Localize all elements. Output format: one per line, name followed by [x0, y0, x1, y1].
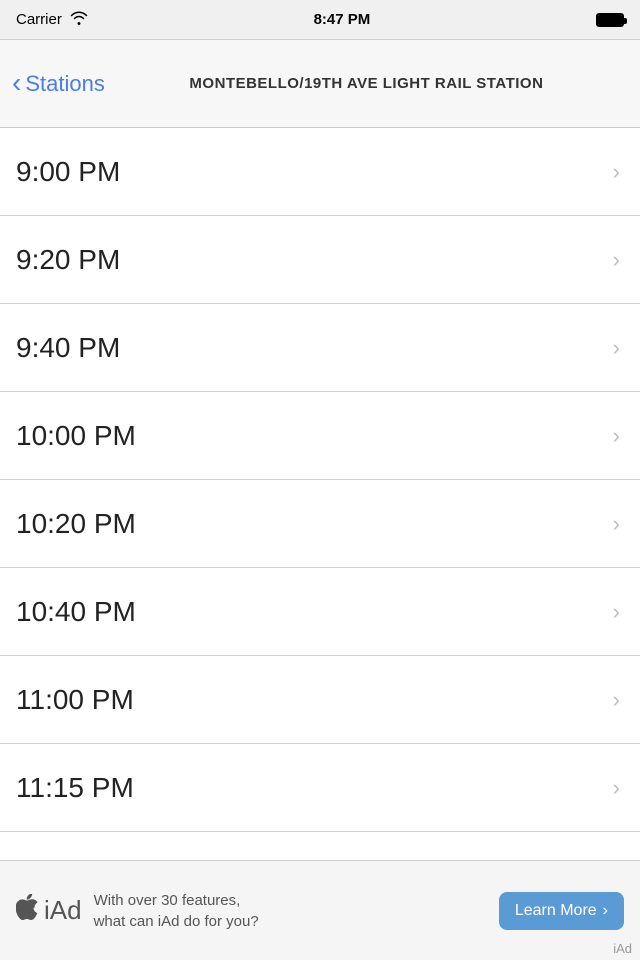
list-item[interactable]: 10:20 PM ›: [0, 480, 640, 568]
iad-text: iAd: [44, 895, 82, 926]
nav-bar: ‹ Stations MONTEBELLO/19TH AVE LIGHT RAI…: [0, 40, 640, 128]
list-item[interactable]: 9:40 PM ›: [0, 304, 640, 392]
time-label: 11:00 PM: [16, 684, 134, 716]
list-item[interactable]: 10:00 PM ›: [0, 392, 640, 480]
back-chevron-icon: ‹: [12, 69, 21, 97]
nav-title: MONTEBELLO/19TH AVE LIGHT RAIL STATION: [115, 75, 628, 92]
time-label: 9:20 PM: [16, 244, 120, 276]
back-button[interactable]: ‹ Stations: [12, 71, 105, 97]
back-label: Stations: [25, 71, 105, 97]
wifi-icon: [70, 11, 88, 29]
carrier-label: Carrier: [16, 11, 62, 28]
schedule-list: 9:00 PM › 9:20 PM › 9:40 PM › 10:00 PM ›…: [0, 128, 640, 832]
time-label: 10:20 PM: [16, 508, 136, 540]
chevron-right-icon: ›: [613, 159, 620, 185]
ad-banner: iAd With over 30 features, what can iAd …: [0, 860, 640, 960]
time-label: 11:15 PM: [16, 772, 134, 804]
list-item[interactable]: 11:00 PM ›: [0, 656, 640, 744]
chevron-right-icon: ›: [613, 423, 620, 449]
battery-icon: [596, 13, 624, 27]
learn-more-chevron-icon: ›: [603, 902, 608, 920]
chevron-right-icon: ›: [613, 335, 620, 361]
status-time: 8:47 PM: [314, 11, 371, 28]
list-item[interactable]: 9:20 PM ›: [0, 216, 640, 304]
chevron-right-icon: ›: [613, 599, 620, 625]
chevron-right-icon: ›: [613, 511, 620, 537]
ad-logo: iAd: [16, 894, 82, 927]
chevron-right-icon: ›: [613, 687, 620, 713]
learn-more-label: Learn More: [515, 902, 597, 920]
list-item[interactable]: 10:40 PM ›: [0, 568, 640, 656]
time-label: 9:00 PM: [16, 156, 120, 188]
status-bar: Carrier 8:47 PM: [0, 0, 640, 40]
learn-more-button[interactable]: Learn More ›: [499, 892, 624, 930]
ad-label: iAd: [613, 941, 632, 956]
time-label: 10:40 PM: [16, 596, 136, 628]
ad-copy-line2: what can iAd do for you?: [94, 911, 487, 932]
time-label: 10:00 PM: [16, 420, 136, 452]
list-item[interactable]: 9:00 PM ›: [0, 128, 640, 216]
apple-logo-icon: [16, 894, 38, 927]
time-label: 9:40 PM: [16, 332, 120, 364]
list-item[interactable]: 11:15 PM ›: [0, 744, 640, 832]
chevron-right-icon: ›: [613, 247, 620, 273]
ad-copy: With over 30 features, what can iAd do f…: [94, 890, 487, 932]
chevron-right-icon: ›: [613, 775, 620, 801]
ad-copy-line1: With over 30 features,: [94, 890, 487, 911]
